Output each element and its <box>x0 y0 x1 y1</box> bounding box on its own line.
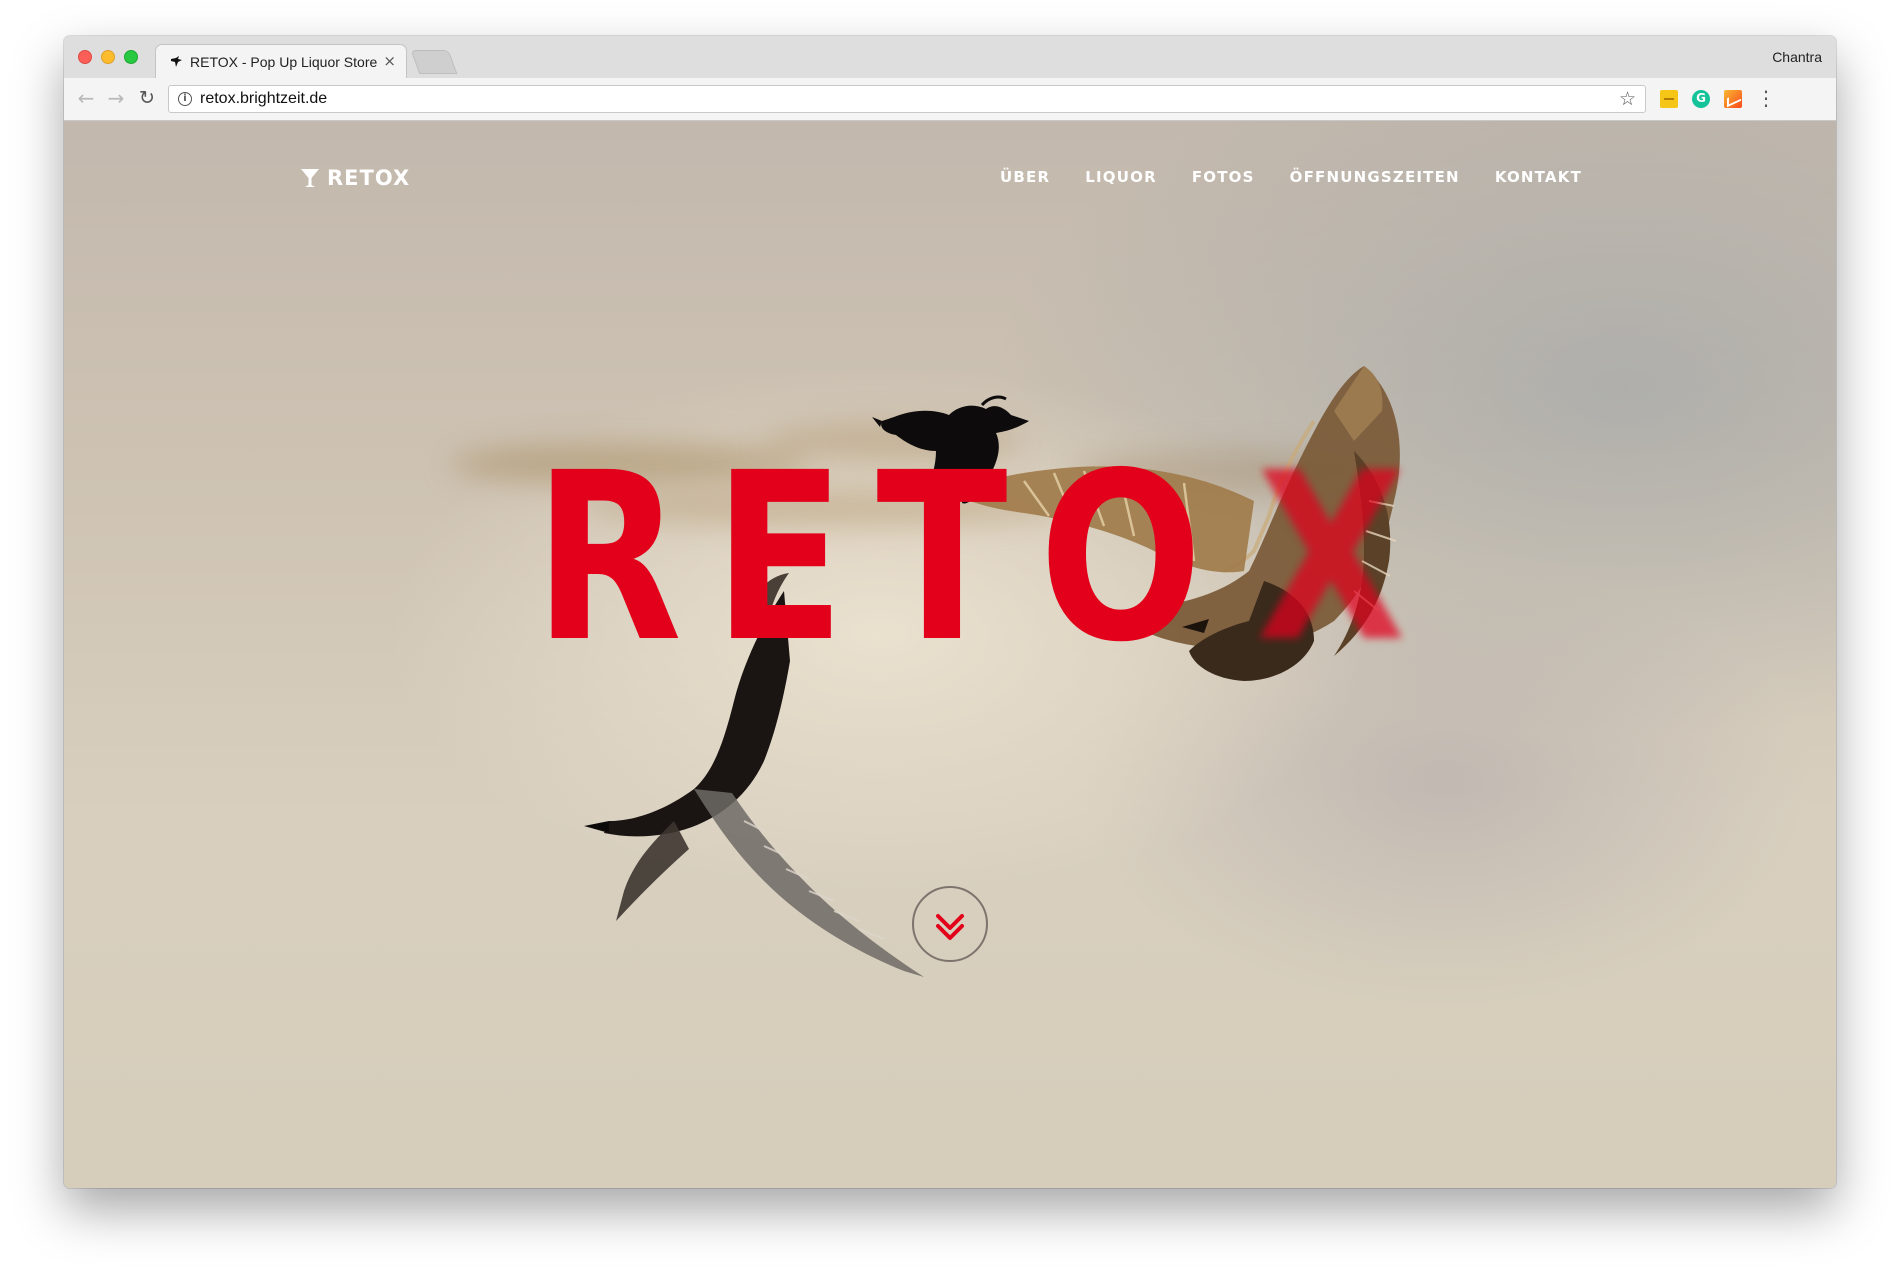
nav-item-fotos[interactable]: FOTOS <box>1192 168 1255 186</box>
main-navigation: ÜBER LIQUOR FOTOS ÖFFNUNGSZEITEN KONTAKT <box>965 168 1582 186</box>
logo-text: RETOX <box>327 166 411 190</box>
site-logo[interactable]: RETOX <box>300 165 410 191</box>
hero-title: RETO X <box>534 443 1406 663</box>
nav-item-kontakt[interactable]: KONTAKT <box>1495 168 1582 186</box>
browser-toolbar: ← → ↻ i retox.brightzeit.de ☆ ⋮ <box>64 78 1836 121</box>
new-tab-button[interactable] <box>411 51 457 73</box>
star-icon[interactable]: ☆ <box>1619 88 1636 110</box>
bird-favicon-icon <box>171 56 182 67</box>
profile-name[interactable]: Chantra <box>1772 49 1822 65</box>
extension-grammarly-icon[interactable] <box>1692 90 1710 108</box>
screen: RETOX - Pop Up Liquor Store × Chantra ← … <box>0 0 1900 1280</box>
maximize-window-button[interactable] <box>124 50 138 64</box>
menu-dots-icon[interactable]: ⋮ <box>1756 86 1776 110</box>
tab-retox[interactable]: RETOX - Pop Up Liquor Store × <box>156 45 406 78</box>
double-chevron-down-icon <box>936 914 964 940</box>
minimize-window-button[interactable] <box>101 50 115 64</box>
close-window-button[interactable] <box>78 50 92 64</box>
nav-item-ueber[interactable]: ÜBER <box>1000 168 1050 186</box>
back-arrow-icon[interactable]: ← <box>74 86 98 110</box>
forward-arrow-icon[interactable]: → <box>104 86 128 110</box>
extension-chart-icon[interactable] <box>1724 90 1742 108</box>
hero-title-blurred-letter: X <box>1256 443 1406 663</box>
browser-window: RETOX - Pop Up Liquor Store × Chantra ← … <box>64 36 1836 1188</box>
tab-strip: RETOX - Pop Up Liquor Store × Chantra <box>64 36 1836 78</box>
hero-title-text: RETO <box>534 443 1234 663</box>
cocktail-glass-icon <box>301 169 319 187</box>
nav-item-oeffnungszeiten[interactable]: ÖFFNUNGSZEITEN <box>1290 168 1460 186</box>
reload-icon[interactable]: ↻ <box>135 86 159 110</box>
scroll-down-button[interactable] <box>912 886 988 962</box>
address-bar[interactable]: i retox.brightzeit.de ☆ <box>168 85 1646 113</box>
tab-close-icon[interactable]: × <box>383 52 396 70</box>
page-viewport: RETOX ÜBER LIQUOR FOTOS ÖFFNUNGSZEITEN K… <box>64 121 1836 1188</box>
extension-notes-icon[interactable] <box>1660 90 1678 108</box>
url-text[interactable]: retox.brightzeit.de <box>200 90 327 108</box>
nav-item-liquor[interactable]: LIQUOR <box>1085 168 1157 186</box>
info-icon[interactable]: i <box>178 92 192 106</box>
tab-title: RETOX - Pop Up Liquor Store <box>190 54 378 70</box>
